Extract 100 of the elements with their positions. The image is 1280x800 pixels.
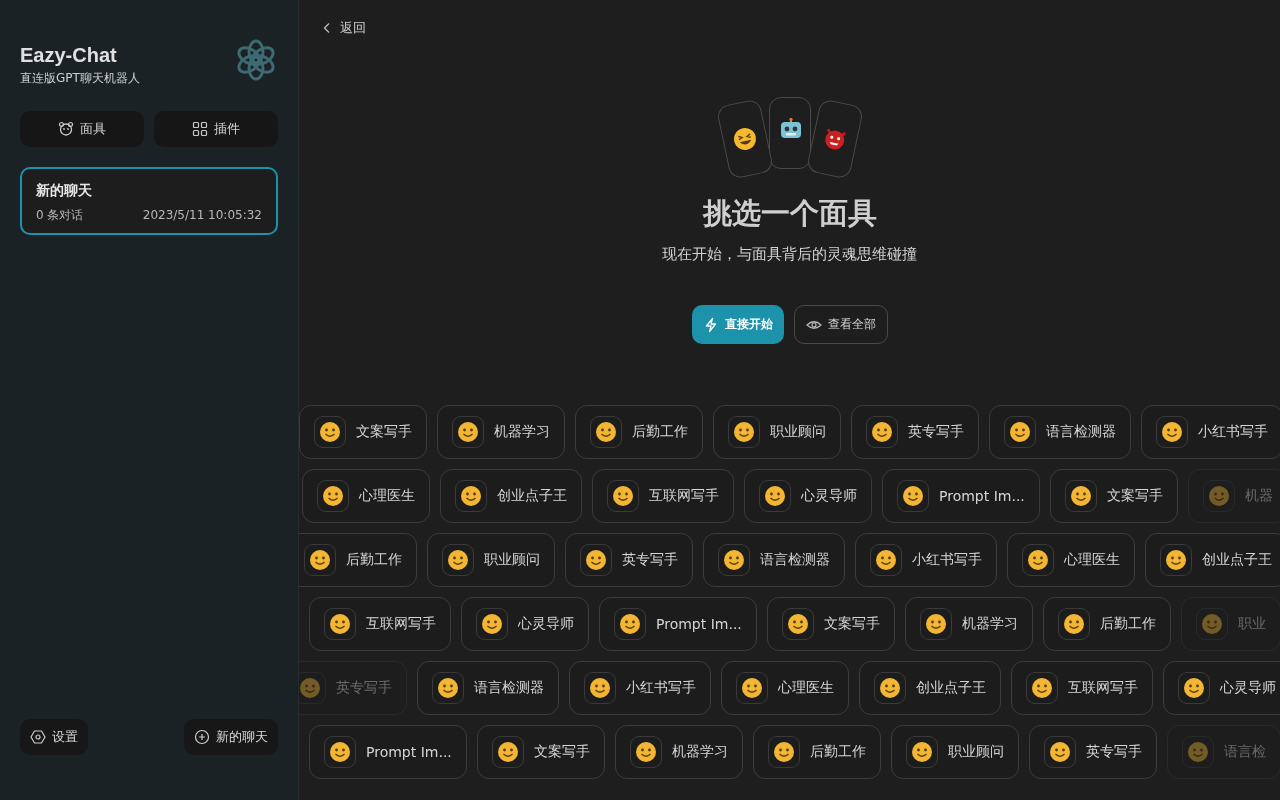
mask-item[interactable]: 英专写手: [851, 405, 979, 459]
mask-name: 心灵导师: [518, 615, 574, 633]
smiley-icon: [589, 677, 611, 699]
smiley-icon: [924, 613, 947, 635]
app-subtitle: 直连版GPT聊天机器人: [20, 70, 140, 86]
mask-name: 职业顾问: [484, 551, 540, 569]
mask-name: 语言检测器: [1046, 423, 1116, 441]
mask-name: 创业点子王: [1202, 551, 1272, 569]
smiley-icon: [1161, 421, 1183, 443]
mask-name: 心理医生: [778, 679, 834, 697]
mask-item[interactable]: 机器学习: [437, 405, 565, 459]
mask-name: 文案写手: [1106, 487, 1163, 505]
chat-title: 新的聊天: [36, 181, 93, 199]
mask-name: 心理医生: [359, 487, 415, 505]
mask-item[interactable]: 心灵导师: [744, 469, 872, 523]
mask-name: 机器学习: [961, 615, 1018, 633]
mask-item[interactable]: Prompt Im...: [599, 597, 757, 651]
tab-button[interactable]: 面具: [20, 111, 144, 147]
mask-item[interactable]: 文案写手: [1049, 469, 1178, 523]
smiley-icon: [1207, 485, 1230, 507]
smiley-icon: [902, 485, 924, 507]
smiley-icon: [481, 613, 503, 635]
mask-item[interactable]: 职业顾问: [713, 405, 841, 459]
mask-item[interactable]: 职业顾问: [890, 725, 1019, 779]
mask-item[interactable]: 英专写手: [565, 533, 693, 587]
mask-item[interactable]: 心理医生: [1007, 533, 1135, 587]
smiley-icon: [764, 485, 786, 507]
add-icon: [194, 729, 210, 745]
mask-name: 互联网写手: [649, 487, 719, 505]
smiley-icon: [1165, 549, 1187, 571]
smiley-icon: [723, 549, 745, 571]
new-chat-button[interactable]: 新的聊天: [184, 719, 278, 755]
back-button[interactable]: 返回: [323, 18, 366, 38]
mask-item[interactable]: 文案写手: [766, 597, 895, 651]
mask-name: 机器: [1244, 487, 1273, 505]
mask-item[interactable]: 后勤工作: [299, 533, 417, 587]
mask-name: 职业顾问: [770, 423, 826, 441]
mask-item[interactable]: 文案写手: [476, 725, 605, 779]
mask-item[interactable]: 语言检测器: [989, 405, 1131, 459]
mask-item[interactable]: 心灵导师: [1163, 661, 1280, 715]
mask-name: Prompt Im...: [939, 488, 1025, 504]
mask-item[interactable]: Prompt Im...: [309, 725, 467, 779]
smiley-icon: [299, 677, 321, 699]
chevron-left-icon: [323, 22, 331, 34]
mask-item[interactable]: 互联网写手: [309, 597, 451, 651]
mask-item[interactable]: 语言检测器: [417, 661, 559, 715]
mask-item[interactable]: 心理医生: [721, 661, 849, 715]
mask-item[interactable]: 心理医生: [302, 469, 430, 523]
start-button[interactable]: 直接开始: [691, 305, 784, 344]
grid-icon: [192, 121, 208, 137]
smiley-icon: [1186, 741, 1209, 763]
mask-name: 文案写手: [356, 423, 412, 441]
mask-name: 职业: [1237, 615, 1266, 633]
mask-item[interactable]: 创业点子王: [440, 469, 582, 523]
chat-item[interactable]: 新的聊天 0 条对话 2023/5/11 10:05:32: [20, 167, 278, 235]
mask-item[interactable]: 小红书写手: [569, 661, 711, 715]
smiley-icon: [619, 613, 641, 635]
mask-name: 后勤工作: [346, 551, 402, 569]
mask-item[interactable]: 创业点子王: [1145, 533, 1280, 587]
page-title: 挑选一个面具: [702, 195, 877, 231]
mask-item[interactable]: 心灵导师: [461, 597, 589, 651]
view-all-button[interactable]: 查看全部: [793, 305, 888, 344]
smiley-icon: [322, 485, 344, 507]
smiley-icon: [879, 677, 901, 699]
smiley-icon: [319, 421, 341, 443]
mask-item[interactable]: 机器学习: [904, 597, 1033, 651]
mask-name: 小红书写手: [1198, 423, 1268, 441]
mask-item[interactable]: 文案写手: [299, 405, 427, 459]
mask-item[interactable]: 英专写手: [1028, 725, 1157, 779]
mask-face-icon: [58, 121, 74, 137]
smiley-icon: [437, 677, 459, 699]
mask-name: 职业顾问: [947, 743, 1004, 761]
tab-button[interactable]: 插件: [154, 111, 278, 147]
mask-item[interactable]: 语言检测器: [703, 533, 845, 587]
smiley-icon: [1031, 677, 1053, 699]
mask-name: 英专写手: [336, 679, 392, 697]
mask-item[interactable]: 创业点子王: [859, 661, 1001, 715]
mask-item[interactable]: 小红书写手: [855, 533, 997, 587]
mask-item[interactable]: 职业顾问: [427, 533, 555, 587]
mask-item[interactable]: 后勤工作: [752, 725, 881, 779]
mask-item[interactable]: 后勤工作: [1042, 597, 1171, 651]
mask-item[interactable]: 机器学习: [614, 725, 743, 779]
mask-item[interactable]: 互联网写手: [592, 469, 734, 523]
mask-name: 互联网写手: [366, 615, 436, 633]
mask-name: 创业点子王: [916, 679, 986, 697]
mask-name: 文案写手: [823, 615, 880, 633]
mask-item[interactable]: 小红书写手: [1141, 405, 1280, 459]
mask-item[interactable]: 互联网写手: [1011, 661, 1153, 715]
mask-name: 后勤工作: [809, 743, 866, 761]
smiley-icon: [772, 741, 795, 763]
knot-logo-icon: [234, 38, 278, 82]
mask-name: 后勤工作: [1099, 615, 1156, 633]
chat-time: 2023/5/11 10:05:32: [142, 207, 262, 223]
smiley-icon: [733, 421, 755, 443]
smiley-icon: [1183, 677, 1205, 699]
settings-button[interactable]: 设置: [20, 719, 88, 755]
smiley-icon: [1062, 613, 1085, 635]
mask-item[interactable]: Prompt Im...: [882, 469, 1040, 523]
mask-item[interactable]: 后勤工作: [575, 405, 703, 459]
mask-name: 语言检: [1223, 743, 1266, 761]
